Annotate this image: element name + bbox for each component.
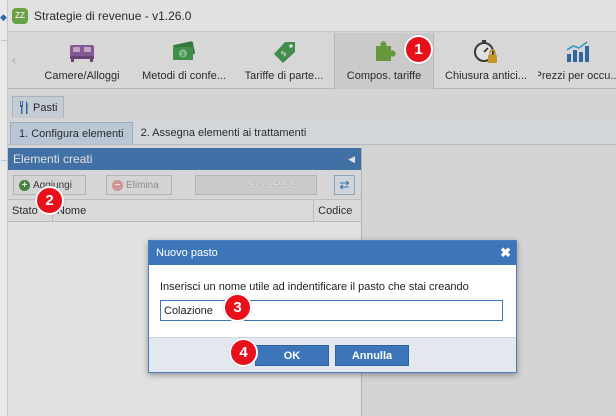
dialog-title: Nuovo pasto	[156, 247, 218, 259]
dialog-footer: OK Annulla	[149, 337, 516, 372]
close-icon[interactable]: ✖	[500, 245, 511, 261]
cancel-button[interactable]: Annulla	[335, 345, 409, 366]
background-window-strip: ◆	[0, 0, 8, 416]
chevron-icon: ◆	[0, 12, 7, 22]
step-badge-4: 4	[229, 338, 258, 367]
new-meal-dialog: Nuovo pasto ✖ Inserisci un nome utile ad…	[148, 240, 517, 373]
step-badge-3: 3	[223, 293, 252, 322]
dialog-title-bar: Nuovo pasto ✖	[149, 241, 516, 265]
meal-name-input[interactable]	[160, 300, 503, 321]
background-mark	[1, 160, 7, 161]
ok-button[interactable]: OK	[255, 345, 329, 366]
background-mark	[1, 40, 7, 41]
step-badge-1: 1	[404, 35, 433, 64]
step-badge-2: 2	[35, 186, 64, 215]
dialog-prompt: Inserisci un nome utile ad indentificare…	[160, 281, 469, 293]
dialog-body: Inserisci un nome utile ad indentificare…	[149, 265, 516, 321]
app-window: ZZ Strategie di revenue - v1.26.0 ‹ Came…	[8, 0, 616, 416]
